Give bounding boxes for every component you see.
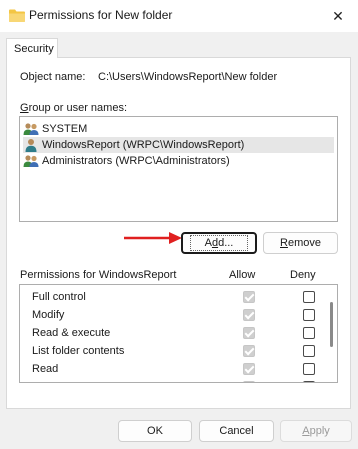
ok-button-label: OK bbox=[147, 425, 163, 437]
deny-checkbox[interactable] bbox=[303, 363, 315, 375]
group-names-label-text: roup or user names: bbox=[28, 102, 127, 114]
permissions-label: Permissions for WindowsReport bbox=[20, 269, 177, 281]
allow-checkbox[interactable] bbox=[243, 381, 255, 382]
allow-checkbox[interactable] bbox=[243, 327, 255, 339]
apply-button-label: Apply bbox=[302, 425, 330, 437]
red-arrow-icon bbox=[124, 232, 182, 244]
permission-name: Full control bbox=[32, 291, 86, 303]
allow-checkbox[interactable] bbox=[243, 363, 255, 375]
deny-checkbox[interactable] bbox=[303, 345, 315, 357]
add-button-label: Add... bbox=[189, 235, 249, 251]
deny-checkbox[interactable] bbox=[303, 327, 315, 339]
list-item-administrators[interactable]: Administrators (WRPC\Administrators) bbox=[23, 153, 334, 169]
permission-name: List folder contents bbox=[32, 345, 125, 357]
allow-checkbox[interactable] bbox=[243, 291, 255, 303]
group-names-label: Group or user names: bbox=[20, 102, 127, 114]
remove-button-label: Remove bbox=[280, 237, 321, 249]
remove-button[interactable]: Remove bbox=[263, 232, 338, 254]
permission-name: Read bbox=[32, 363, 59, 375]
cancel-button[interactable]: Cancel bbox=[199, 420, 274, 442]
add-button[interactable]: Add... bbox=[181, 232, 257, 254]
permission-row: List folder contents bbox=[32, 343, 322, 361]
allow-checkbox[interactable] bbox=[243, 345, 255, 357]
users-icon bbox=[23, 155, 39, 167]
users-icon bbox=[23, 123, 39, 135]
list-item-system[interactable]: SYSTEM bbox=[23, 121, 334, 137]
deny-column-header: Deny bbox=[290, 269, 316, 281]
permission-row: Modify bbox=[32, 307, 322, 325]
window-title: Permissions for New folder bbox=[29, 8, 173, 22]
group-user-list[interactable]: SYSTEM WindowsReport (WRPC\WindowsReport… bbox=[19, 116, 338, 222]
permissions-list[interactable]: Full control Modify Read & execute List … bbox=[19, 284, 338, 383]
ok-button[interactable]: OK bbox=[118, 420, 192, 442]
permission-name: Read & execute bbox=[32, 327, 111, 339]
apply-button[interactable]: Apply bbox=[280, 420, 352, 442]
list-item-windowsreport[interactable]: WindowsReport (WRPC\WindowsReport) bbox=[23, 137, 334, 153]
object-name-value: C:\Users\WindowsReport\New folder bbox=[98, 71, 278, 83]
object-name-label: Object name: bbox=[20, 71, 86, 83]
list-item-label: Administrators (WRPC\Administrators) bbox=[42, 155, 230, 167]
permission-row bbox=[32, 379, 322, 382]
permission-row: Read & execute bbox=[32, 325, 322, 343]
close-icon: ✕ bbox=[332, 7, 344, 24]
allow-column-header: Allow bbox=[229, 269, 256, 281]
deny-checkbox[interactable] bbox=[303, 309, 315, 321]
list-item-label: SYSTEM bbox=[42, 123, 88, 135]
deny-checkbox[interactable] bbox=[303, 381, 315, 382]
permission-row: Read bbox=[32, 361, 322, 379]
deny-checkbox[interactable] bbox=[303, 291, 315, 303]
user-icon bbox=[25, 139, 37, 152]
permission-row: Full control bbox=[32, 289, 322, 307]
permissions-scrollbar[interactable] bbox=[330, 302, 333, 347]
close-button[interactable]: ✕ bbox=[318, 0, 358, 32]
allow-checkbox[interactable] bbox=[243, 309, 255, 321]
tab-security[interactable]: Security bbox=[6, 38, 58, 58]
permission-name: Modify bbox=[32, 309, 65, 321]
list-item-label: WindowsReport (WRPC\WindowsReport) bbox=[42, 139, 245, 151]
cancel-button-label: Cancel bbox=[219, 425, 254, 437]
folder-icon bbox=[9, 9, 25, 22]
